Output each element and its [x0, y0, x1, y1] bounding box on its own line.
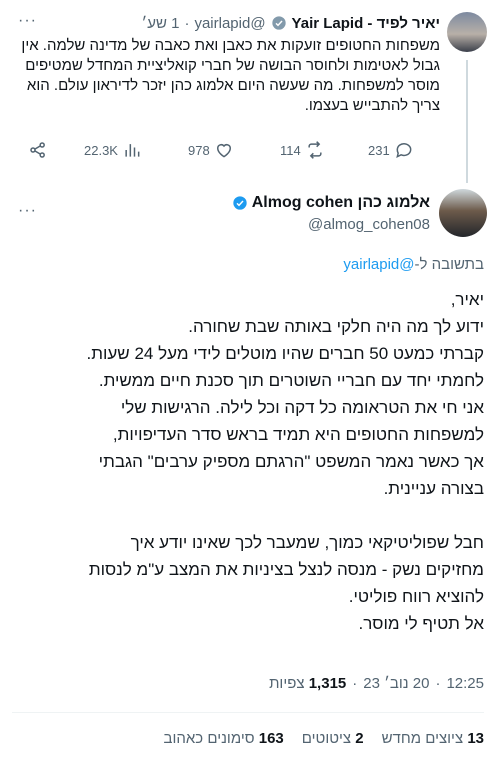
text-line: יאיר, [450, 290, 484, 309]
main-author-name[interactable]: אלמוג כהן Almog cohen [252, 194, 430, 212]
thread-connector [466, 60, 468, 183]
likes-stat[interactable]: 163 סימונים כאהוב [163, 730, 283, 747]
main-tweet-text: יאיר, ידוע לך מה היה חלקי באותה שבת שחור… [10, 286, 484, 637]
like-button[interactable]: 978 [188, 138, 234, 162]
views-total: 1,315 [308, 675, 347, 692]
retweets-label: ציטוטים [301, 730, 352, 747]
parent-timestamp[interactable]: 1 שע׳ [141, 15, 179, 32]
reply-button[interactable]: 231 [368, 138, 414, 162]
views-button[interactable]: 22.3K [84, 138, 142, 162]
parent-tweet-text: משפחות החטופים זועקות את כאבן ואת כאבה ש… [21, 37, 440, 114]
text-line: לחמתי יחד עם חבריי השוטרים תוך סכנת חיים… [98, 371, 484, 390]
separator-dot: · [435, 675, 441, 692]
quotes-stat[interactable]: 13 ציוצים מחדש [382, 730, 484, 747]
likes-count: 163 [258, 730, 284, 747]
main-more-options-icon[interactable]: ··· [18, 202, 37, 220]
divider [12, 712, 484, 713]
replies-count: 231 [368, 142, 390, 158]
separator-dot: · [184, 14, 190, 32]
parent-author-name[interactable]: יאיר לפיד - Yair Lapid [292, 15, 440, 32]
tweet-date[interactable]: 20 נוב׳ 23 [363, 675, 429, 692]
text-line: אני חי את הטראומה כל דקה וכל לילה. הרגיש… [120, 398, 484, 417]
quotes-label: ציוצים מחדש [381, 730, 464, 747]
avatar-yair-lapid[interactable] [447, 12, 487, 52]
verified-badge-icon [271, 16, 286, 30]
quotes-count: 13 [467, 730, 484, 747]
verified-badge-icon [233, 196, 247, 210]
views-label: צפיות [269, 675, 305, 692]
tweet-meta: 12:25 · 20 נוב׳ 23 · 1,315 צפיות [269, 675, 484, 692]
views-count: 22.3K [84, 142, 118, 158]
replying-to-link[interactable]: @yairlapid [343, 256, 414, 273]
replying-to-label: בתשובה ל- [414, 256, 484, 273]
text-line: בצורה עניינית. [383, 479, 484, 498]
reply-icon [395, 143, 412, 159]
analytics-icon [125, 144, 140, 157]
text-line: ידוע לך מה היה חלקי באותה שבת שחורה. [188, 317, 484, 336]
retweet-button[interactable]: 114 [280, 138, 325, 162]
engagement-stats: 13 ציוצים מחדש 2 ציטוטים 163 סימונים כאה… [163, 730, 484, 747]
text-line: אך כאשר נאמר המשפט "הרגתם מספיק ערבים" ה… [98, 452, 484, 471]
text-line: אל תטיף לי מוסר. [358, 614, 485, 633]
parent-author-handle[interactable]: @yairlapid [194, 15, 265, 32]
main-author-row: אלמוג כהן Almog cohen [232, 194, 430, 212]
likes-label: סימונים כאהוב [163, 730, 255, 747]
retweet-icon [308, 141, 322, 159]
text-line: חבל שפוליטיקאי כמוך, שמעבר לכך שאינו יוד… [130, 533, 484, 552]
text-line: למשפחות החטופים היא תמיד בראש סדר העדיפו… [112, 425, 484, 444]
retweets-count: 2 [355, 730, 364, 747]
avatar-almog-cohen[interactable] [439, 189, 487, 237]
share-icon [30, 142, 45, 158]
tweet-time[interactable]: 12:25 [446, 675, 484, 692]
text-line: מחזיקים נשק - מנסה לנצל בציניות את המצב … [88, 560, 484, 579]
parent-action-bar: 22.3K 978 114 231 [28, 138, 426, 162]
retweets-stat[interactable]: 2 ציטוטים [302, 730, 364, 747]
likes-count: 978 [188, 142, 210, 158]
heart-icon [216, 144, 231, 158]
text-line: להוציא רווח פוליטי. [348, 587, 484, 606]
replying-to: בתשובה ל-@yairlapid [343, 256, 484, 273]
separator-dot: · [352, 675, 358, 692]
parent-more-options-icon[interactable]: ··· [18, 12, 37, 30]
main-author-handle[interactable]: @almog_cohen08 [308, 216, 430, 233]
text-line: קברתי כמעט 50 חברים שהיו מוטלים לידי מעל… [86, 344, 484, 363]
retweets-count: 114 [280, 142, 301, 158]
parent-tweet-header: יאיר לפיד - Yair Lapid @yairlapid · 1 שע… [141, 12, 440, 34]
share-button[interactable] [28, 138, 48, 162]
